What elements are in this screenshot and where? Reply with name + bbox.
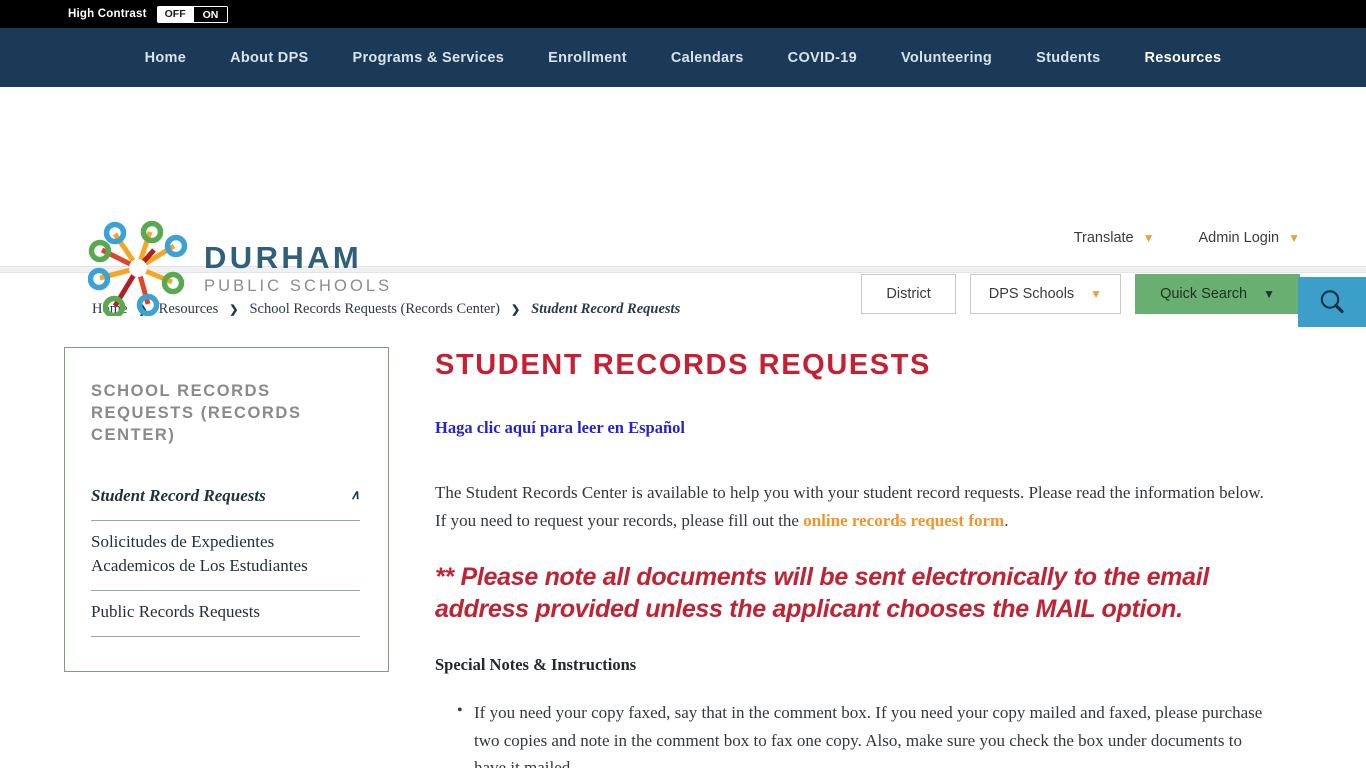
nav-item-covid-19[interactable]: COVID-19 <box>766 50 879 66</box>
chevron-up-icon[interactable]: ∧ <box>350 486 360 504</box>
nav-item-calendars[interactable]: Calendars <box>649 50 766 66</box>
special-notes-heading: Special Notes & Instructions <box>435 655 637 675</box>
translate-label: Translate <box>1073 230 1134 246</box>
mail-option-notice: ** Please note all documents will be sen… <box>435 563 1210 624</box>
logo-name-top: DURHAM <box>204 239 363 275</box>
page-body: School Records Requests (Records Center)… <box>0 318 1366 768</box>
quick-search-dropdown[interactable]: Quick Search ▼ <box>1135 274 1300 314</box>
nav-item-about-dps[interactable]: About DPS <box>208 50 330 66</box>
radial-burst-icon <box>88 220 188 316</box>
chevron-down-icon: ▼ <box>1288 231 1300 245</box>
quick-search-label: Quick Search <box>1160 286 1248 302</box>
site-header: DURHAM PUBLIC SCHOOLS Translate ▼ Admin … <box>0 87 1366 316</box>
intro-text-after: . <box>1004 510 1009 530</box>
high-contrast-on-option[interactable]: ON <box>193 5 229 23</box>
chevron-down-icon: ▼ <box>1142 231 1155 245</box>
nav-item-home[interactable]: Home <box>123 50 209 66</box>
nav-item-resources[interactable]: Resources <box>1123 50 1244 66</box>
nav-item-enrollment[interactable]: Enrollment <box>526 50 649 66</box>
section-sidebar: School Records Requests (Records Center)… <box>64 347 389 673</box>
sidebar-item-label: Public Records Requests <box>91 602 261 622</box>
admin-login-label: Admin Login <box>1198 230 1280 246</box>
site-logo[interactable]: DURHAM PUBLIC SCHOOLS <box>88 220 392 316</box>
nav-item-students[interactable]: Students <box>1014 50 1122 66</box>
sidebar-title: School Records Requests (Records Center) <box>91 382 302 444</box>
main-content: Student Records Requests Haga clic aquí … <box>435 347 1265 768</box>
sidebar-item-label: Student Record Requests <box>91 485 266 505</box>
sidebar-item-student-record-requests[interactable]: Student Record Requests ∧ <box>91 475 360 521</box>
logo-wordmark: DURHAM PUBLIC SCHOOLS <box>204 242 392 295</box>
translate-dropdown[interactable]: Translate ▼ <box>1074 230 1155 246</box>
search-toggle-button[interactable] <box>1298 277 1366 327</box>
sidebar-item-public-records-requests[interactable]: Public Records Requests <box>91 591 360 638</box>
spanish-version-link[interactable]: Haga clic aquí para leer en Español <box>435 418 685 438</box>
dps-schools-label: DPS Schools <box>988 286 1075 302</box>
magnifier-icon <box>1320 290 1344 314</box>
nav-item-programs-services[interactable]: Programs & Services <box>331 50 527 66</box>
main-navigation: Home About DPS Programs & Services Enrol… <box>0 28 1366 87</box>
dps-schools-dropdown[interactable]: DPS Schools ▼ <box>969 274 1122 314</box>
list-item: If you need your copy faxed, say that in… <box>435 698 1265 768</box>
sidebar-item-solicitudes-de-expedientes[interactable]: Solicitudes de Expedientes Academicos de… <box>91 521 360 592</box>
high-contrast-label: High Contrast <box>68 8 147 20</box>
high-contrast-bar: High Contrast OFF ON <box>0 0 1366 28</box>
chevron-down-icon: ▼ <box>1090 287 1103 301</box>
page-title: Student Records Requests <box>435 349 931 381</box>
header-button-row: District DPS Schools ▼ Quick Search ▼ <box>861 274 1300 314</box>
high-contrast-toggle[interactable]: OFF ON <box>156 5 229 23</box>
high-contrast-off-option[interactable]: OFF <box>156 5 194 23</box>
sidebar-item-label: Solicitudes de Expedientes Academicos de… <box>91 531 308 576</box>
nav-item-volunteering[interactable]: Volunteering <box>879 50 1014 66</box>
utility-links: Translate ▼ Admin Login ▼ <box>1074 230 1300 246</box>
district-label: District <box>886 286 931 302</box>
special-notes-list: If you need your copy faxed, say that in… <box>435 698 1265 768</box>
chevron-down-icon: ▼ <box>1263 287 1275 301</box>
intro-paragraph: The Student Records Center is available … <box>435 479 1265 534</box>
logo-name-bottom: PUBLIC SCHOOLS <box>204 276 393 295</box>
chevron-right-icon: ❯ <box>510 304 521 316</box>
online-records-request-form-link[interactable]: online records request form <box>803 511 1004 530</box>
district-button[interactable]: District <box>861 274 956 314</box>
admin-login-dropdown[interactable]: Admin Login ▼ <box>1199 230 1301 246</box>
breadcrumb-item-current: Student Record Requests <box>531 301 681 317</box>
